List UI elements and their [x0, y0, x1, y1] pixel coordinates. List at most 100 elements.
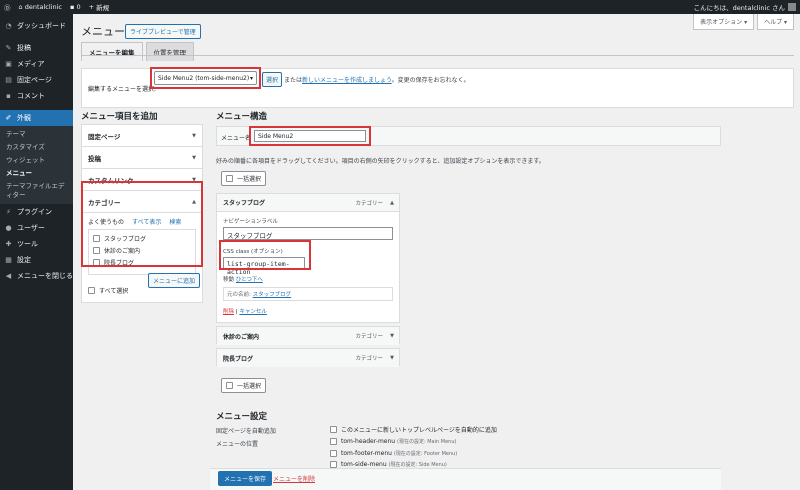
- location-note: (現在の設定: Main Menu): [397, 439, 457, 445]
- page-title: メニュー: [81, 25, 125, 38]
- sidebar-item-tools[interactable]: ✚ ツール: [0, 236, 73, 252]
- sidebar-item-dashboard[interactable]: ◔ ダッシュボード: [0, 18, 73, 34]
- tab-manage-locations[interactable]: 位置を管理: [145, 42, 194, 61]
- select-all-checkbox[interactable]: [88, 287, 95, 294]
- menu-name-label: メニュー名: [221, 135, 252, 142]
- bulk-select-label: 一括選択: [237, 176, 262, 183]
- submenu-item-menus[interactable]: メニュー: [0, 167, 73, 180]
- auto-add-row[interactable]: このメニューに新しいトップレベルページを自動的に追加: [330, 425, 497, 434]
- chevron-down-icon: ▼: [192, 132, 196, 139]
- bulk-select-label: 一括選択: [237, 383, 262, 390]
- sidebar-item-collapse[interactable]: ◀ メニューを閉じる: [0, 268, 73, 284]
- save-menu-button[interactable]: メニューを保存: [218, 471, 273, 486]
- dashboard-icon: ◔: [5, 22, 12, 30]
- auto-add-label: 固定ページを自動追加: [216, 428, 276, 435]
- cancel-item-link[interactable]: キャンセル: [239, 309, 267, 315]
- location-name: tom-footer-menu: [341, 450, 392, 457]
- sidebar-item-media[interactable]: ▣ メディア: [0, 56, 73, 72]
- new-content-link[interactable]: + 新規: [89, 2, 110, 12]
- sidebar-item-label: 固定ページ: [17, 76, 52, 84]
- menu-item-handle[interactable]: 院長ブログ カテゴリー ▼: [217, 349, 399, 367]
- bulk-select-checkbox[interactable]: [226, 382, 233, 389]
- sidebar-item-settings[interactable]: ▦ 設定: [0, 252, 73, 268]
- checkbox[interactable]: [330, 438, 337, 445]
- select-all-label: すべて選択: [99, 288, 129, 295]
- menu-item-type: カテゴリー: [355, 334, 383, 340]
- nav-label-input[interactable]: スタッフブログ: [223, 227, 393, 240]
- plus-icon: +: [88, 3, 95, 11]
- location-side-row[interactable]: tom-side-menu (現在の設定: Side Menu): [330, 461, 447, 468]
- location-footer-row[interactable]: tom-footer-menu (現在の設定: Footer Menu): [330, 450, 457, 457]
- screen-options-button[interactable]: 表示オプション ▾: [693, 14, 755, 30]
- site-name-link[interactable]: ⌂ dentalclinic: [19, 3, 62, 11]
- bulk-select-checkbox[interactable]: [226, 175, 233, 182]
- sidebar-item-posts[interactable]: ✎ 投稿: [0, 40, 73, 56]
- move-down-link[interactable]: ひとつ下へ: [236, 277, 263, 283]
- select-all-row[interactable]: すべて選択: [88, 286, 128, 295]
- accordion-posts[interactable]: 投稿 ▼: [82, 147, 202, 169]
- submenu-item-widgets[interactable]: ウィジェット: [0, 154, 73, 167]
- menu-select-label: 編集するメニューを選択:: [88, 86, 157, 93]
- media-icon: ▣: [5, 60, 12, 68]
- sidebar-item-users[interactable]: ● ユーザー: [0, 220, 73, 236]
- submenu-item-themes[interactable]: テーマ: [0, 128, 73, 141]
- bulk-select-button-bottom[interactable]: 一括選択: [221, 378, 267, 393]
- accordion-pages[interactable]: 固定ページ ▼: [82, 125, 202, 147]
- bulk-select-button[interactable]: 一括選択: [221, 171, 267, 186]
- new-label: 新規: [96, 4, 110, 12]
- checkbox[interactable]: [330, 461, 337, 468]
- create-menu-text: または新しいメニューを作成しましょう。変更の保存をお忘れなく。: [284, 75, 470, 84]
- location-header-row[interactable]: tom-header-menu (現在の設定: Main Menu): [330, 438, 456, 445]
- location-name: tom-side-menu: [341, 461, 387, 468]
- chevron-up-icon[interactable]: ▲: [390, 200, 394, 206]
- appearance-submenu: テーマ カスタマイズ ウィジェット メニュー テーマファイルエディター: [0, 126, 73, 204]
- admin-bar: ⓪ ⌂ dentalclinic ▪ 0 + 新規 こんにちは、dentalcl…: [0, 0, 800, 14]
- checkbox[interactable]: [330, 450, 337, 457]
- chevron-down-icon[interactable]: ▼: [390, 333, 394, 339]
- menu-item-handle[interactable]: 休診のご案内 カテゴリー ▼: [217, 327, 399, 345]
- comments-link[interactable]: ▪ 0: [70, 3, 81, 11]
- move-label: 移動: [223, 277, 235, 283]
- live-preview-button[interactable]: ライブプレビューで管理: [125, 24, 201, 39]
- add-items-heading: メニュー項目を追加: [81, 112, 158, 122]
- sidebar-item-plugins[interactable]: ⚡ プラグイン: [0, 204, 73, 220]
- original-link[interactable]: スタッフブログ: [253, 292, 292, 298]
- wordpress-logo-icon[interactable]: ⓪: [4, 2, 11, 12]
- chevron-down-icon: ▼: [192, 154, 196, 161]
- chevron-down-icon[interactable]: ▼: [390, 355, 394, 361]
- delete-menu-link[interactable]: メニューを削除: [273, 474, 315, 483]
- location-note: (現在の設定: Side Menu): [388, 462, 447, 468]
- menu-item-director-blog[interactable]: 院長ブログ カテゴリー ▼: [216, 348, 400, 367]
- select-menu-button[interactable]: 選択: [262, 72, 283, 87]
- accordion-label: 固定ページ: [88, 132, 121, 141]
- menu-item-closed-notice[interactable]: 休診のご案内 カテゴリー ▼: [216, 326, 400, 345]
- sidebar-item-label: 設定: [17, 256, 31, 264]
- sidebar-item-pages[interactable]: ▤ 固定ページ: [0, 72, 73, 88]
- sidebar-item-label: 投稿: [17, 44, 31, 52]
- help-button[interactable]: ヘルプ ▾: [757, 14, 794, 30]
- sidebar-item-label: 外観: [17, 114, 31, 122]
- sidebar-item-label: コメント: [17, 92, 45, 100]
- submenu-item-customize[interactable]: カスタマイズ: [0, 141, 73, 154]
- account-menu[interactable]: こんにちは、dentalclinic さん: [694, 2, 796, 12]
- highlight-categories: [81, 181, 203, 267]
- submenu-item-theme-editor[interactable]: テーマファイルエディター: [0, 180, 73, 202]
- highlight-css-class: [219, 240, 311, 270]
- sidebar-item-comments[interactable]: ▪ コメント: [0, 88, 73, 104]
- brush-icon: ✐: [5, 114, 12, 122]
- remove-item-link[interactable]: 削除: [223, 309, 234, 315]
- locations-label: メニューの位置: [216, 441, 259, 448]
- auto-add-checkbox[interactable]: [330, 426, 337, 433]
- add-to-menu-button[interactable]: メニューに追加: [148, 273, 201, 288]
- screen-meta-links: 表示オプション ▾ ヘルプ ▾: [690, 14, 794, 30]
- tab-edit-menus[interactable]: メニューを編集: [81, 42, 143, 61]
- sidebar-item-label: メディア: [17, 60, 45, 68]
- menu-item-handle[interactable]: スタッフブログ カテゴリー ▲: [217, 194, 399, 212]
- sidebar-item-appearance[interactable]: ✐ 外観: [0, 110, 73, 126]
- comment-count: 0: [76, 3, 81, 11]
- menu-item-title: 院長ブログ: [223, 355, 254, 363]
- sidebar-item-label: プラグイン: [17, 208, 52, 216]
- create-new-menu-link[interactable]: 新しいメニューを作成しましょう: [302, 77, 392, 84]
- page-icon: ▤: [5, 76, 12, 84]
- location-note: (現在の設定: Footer Menu): [393, 451, 458, 457]
